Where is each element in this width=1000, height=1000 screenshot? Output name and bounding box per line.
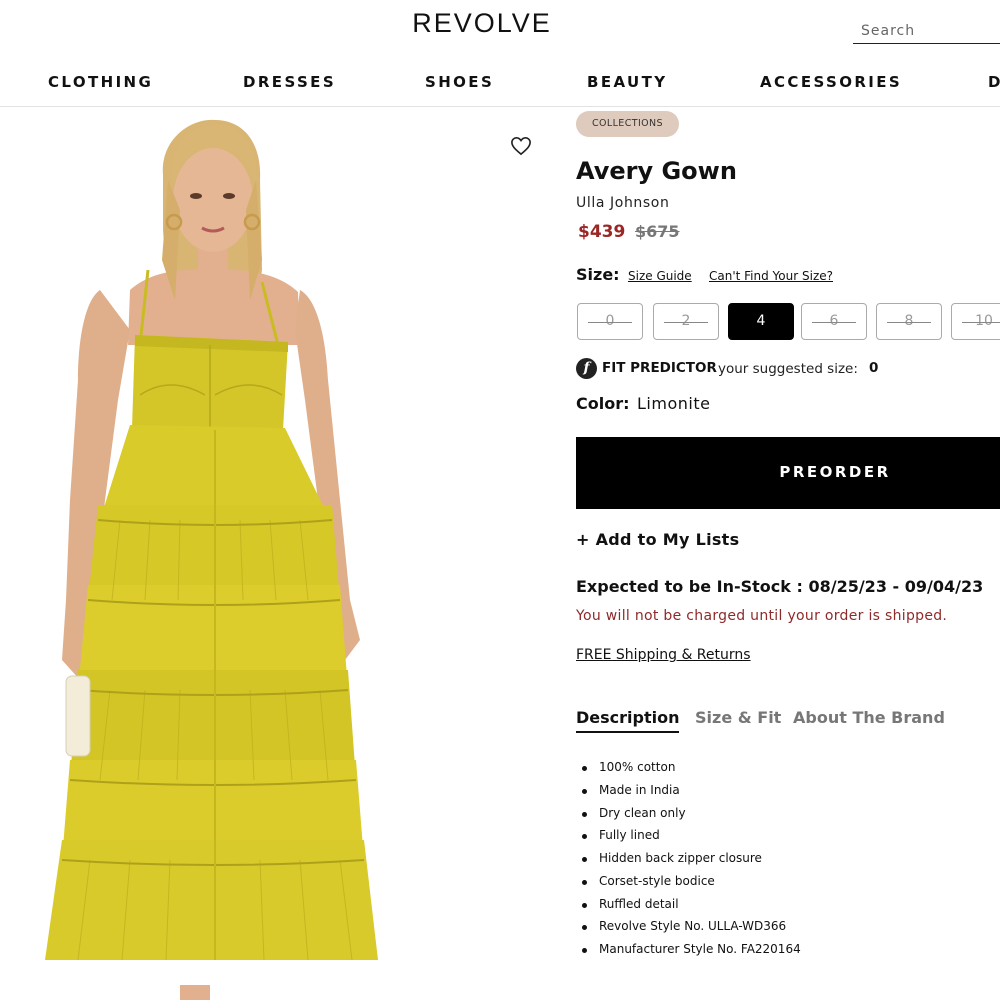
tab-size-fit[interactable]: Size & Fit: [695, 708, 781, 727]
size-option-0[interactable]: 0: [577, 303, 643, 340]
nav-item-designers[interactable]: D: [988, 73, 1000, 91]
sale-price: $439: [578, 222, 626, 242]
product-title: Avery Gown: [576, 157, 737, 185]
product-brand[interactable]: Ulla Johnson: [576, 195, 669, 211]
preorder-button[interactable]: PREORDER: [576, 437, 1000, 509]
add-to-lists-button[interactable]: + Add to My Lists: [576, 530, 739, 549]
fit-predictor-icon[interactable]: f: [576, 358, 597, 379]
color-value: Limonite: [637, 394, 711, 413]
list-item: Dry clean only: [582, 806, 801, 829]
main-nav: CLOTHING DRESSES SHOES BEAUTY ACCESSORIE…: [0, 73, 1000, 107]
list-item: Made in India: [582, 783, 801, 806]
list-item: 100% cotton: [582, 760, 801, 783]
charge-note: You will not be charged until your order…: [576, 608, 948, 624]
revolve-logo[interactable]: REVOLVE: [0, 8, 964, 39]
fit-predictor-title[interactable]: FIT PREDICTOR: [602, 360, 717, 376]
size-option-10[interactable]: 10: [951, 303, 1000, 340]
collections-badge[interactable]: COLLECTIONS: [576, 111, 679, 137]
search-box[interactable]: [853, 18, 1000, 44]
size-label: Size:: [576, 265, 620, 284]
list-item: Revolve Style No. ULLA-WD366: [582, 919, 801, 942]
original-price: $675: [635, 222, 680, 241]
list-item: Manufacturer Style No. FA220164: [582, 942, 801, 965]
tab-about-brand[interactable]: About The Brand: [793, 708, 945, 727]
cant-find-size-link[interactable]: Can't Find Your Size?: [709, 269, 833, 283]
size-guide-link[interactable]: Size Guide: [628, 269, 692, 283]
fit-predictor-text: your suggested size:: [718, 361, 858, 377]
instock-date: Expected to be In-Stock : 08/25/23 - 09/…: [576, 577, 984, 596]
size-option-6[interactable]: 6: [801, 303, 867, 340]
color-label: Color:: [576, 394, 630, 413]
nav-item-clothing[interactable]: CLOTHING: [48, 73, 153, 91]
fit-predictor-size: 0: [869, 360, 879, 376]
product-photo: [45, 119, 378, 1000]
size-option-8[interactable]: 8: [876, 303, 942, 340]
list-item: Ruffled detail: [582, 897, 801, 920]
nav-item-dresses[interactable]: DRESSES: [243, 73, 336, 91]
preorder-label: PREORDER: [779, 463, 891, 481]
product-image[interactable]: [0, 110, 560, 1000]
nav-item-beauty[interactable]: BEAUTY: [587, 73, 668, 91]
size-option-2[interactable]: 2: [653, 303, 719, 340]
nav-item-accessories[interactable]: ACCESSORIES: [760, 73, 902, 91]
heart-icon[interactable]: [510, 136, 532, 156]
list-item: Hidden back zipper closure: [582, 851, 801, 874]
shipping-returns-link[interactable]: FREE Shipping & Returns: [576, 647, 751, 663]
tab-description[interactable]: Description: [576, 708, 680, 733]
search-input[interactable]: [853, 18, 1000, 43]
description-list: 100% cotton Made in India Dry clean only…: [582, 760, 801, 965]
nav-item-shoes[interactable]: SHOES: [425, 73, 494, 91]
list-item: Corset-style bodice: [582, 874, 801, 897]
list-item: Fully lined: [582, 828, 801, 851]
size-option-4[interactable]: 4: [728, 303, 794, 340]
